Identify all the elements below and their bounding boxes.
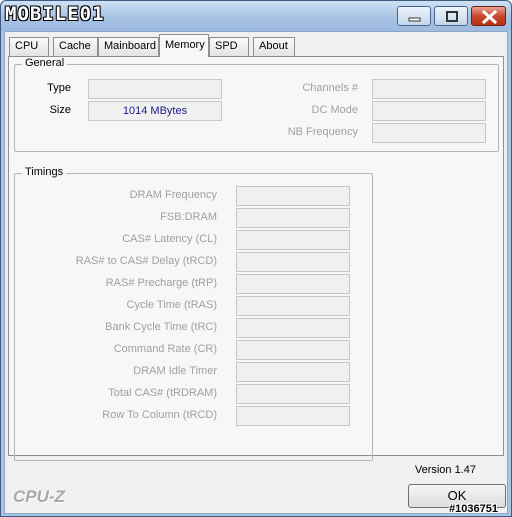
- fsb-dram-label: FSB:DRAM: [160, 211, 217, 223]
- cycle-time-label: Cycle Time (tRAS): [126, 299, 217, 311]
- dram-idle-timer-value: [236, 362, 350, 382]
- version-label: Version 1.47: [414, 464, 476, 476]
- channels-label: Channels #: [302, 82, 358, 94]
- ras-precharge-label: RAS# Precharge (tRP): [105, 277, 217, 289]
- dc-mode-value: [372, 101, 486, 121]
- cas-latency-label: CAS# Latency (CL): [122, 233, 217, 245]
- tab-cpu[interactable]: CPU: [9, 37, 49, 56]
- tab-cache[interactable]: Cache: [53, 37, 98, 56]
- timings-group: Timings DRAM Frequency FSB:DRAM CAS# Lat…: [14, 166, 373, 461]
- general-group: General Type Size 1014 MBytes Channels #…: [14, 57, 499, 152]
- nb-frequency-label: NB Frequency: [287, 126, 358, 138]
- tab-mainboard[interactable]: Mainboard: [98, 37, 159, 56]
- client-area: CPU Cache Mainboard Memory SPD About Gen…: [4, 31, 508, 514]
- dram-frequency-value: [236, 186, 350, 206]
- mobile01-logo: MOBILE01: [5, 3, 105, 25]
- memory-tab-panel: General Type Size 1014 MBytes Channels #…: [8, 56, 504, 461]
- cpuz-brand-logo: CPU-Z: [13, 487, 65, 506]
- row-to-column-value: [236, 406, 350, 426]
- cycle-time-value: [236, 296, 350, 316]
- bank-cycle-time-label: Bank Cycle Time (tRC): [105, 321, 217, 333]
- tab-memory[interactable]: Memory: [159, 34, 209, 57]
- bank-cycle-time-value: [236, 318, 350, 338]
- total-cas-value: [236, 384, 350, 404]
- app-window: MOBILE01 CPU Cache Mainboard Memory SPD …: [0, 0, 512, 517]
- row-to-column-label: Row To Column (tRCD): [102, 409, 217, 421]
- watermark-text: #1036751: [449, 503, 498, 515]
- command-rate-value: [236, 340, 350, 360]
- size-value: 1014 MBytes: [88, 101, 222, 121]
- title-bar[interactable]: MOBILE01: [1, 1, 511, 31]
- size-label: Size: [49, 104, 71, 116]
- dram-frequency-label: DRAM Frequency: [129, 189, 217, 201]
- minimize-icon: [408, 17, 421, 22]
- maximize-button[interactable]: [434, 6, 468, 26]
- type-label: Type: [47, 82, 71, 94]
- ras-to-cas-delay-label: RAS# to CAS# Delay (tRCD): [75, 255, 217, 267]
- nb-frequency-value: [372, 123, 486, 143]
- dc-mode-label: DC Mode: [311, 104, 358, 116]
- maximize-icon: [446, 11, 458, 22]
- tab-about[interactable]: About: [253, 37, 295, 56]
- channels-value: [372, 79, 486, 99]
- close-icon: [481, 9, 498, 25]
- minimize-button[interactable]: [397, 6, 431, 26]
- ras-precharge-value: [236, 274, 350, 294]
- cas-latency-value: [236, 230, 350, 250]
- command-rate-label: Command Rate (CR): [113, 343, 217, 355]
- ras-to-cas-delay-value: [236, 252, 350, 272]
- tab-spd[interactable]: SPD: [209, 37, 249, 56]
- total-cas-label: Total CAS# (tRDRAM): [108, 387, 217, 399]
- general-group-title: General: [22, 57, 68, 69]
- close-button[interactable]: [471, 6, 506, 26]
- dram-idle-timer-label: DRAM Idle Timer: [133, 365, 217, 377]
- type-value: [88, 79, 222, 99]
- timings-group-title: Timings: [22, 166, 67, 178]
- fsb-dram-value: [236, 208, 350, 228]
